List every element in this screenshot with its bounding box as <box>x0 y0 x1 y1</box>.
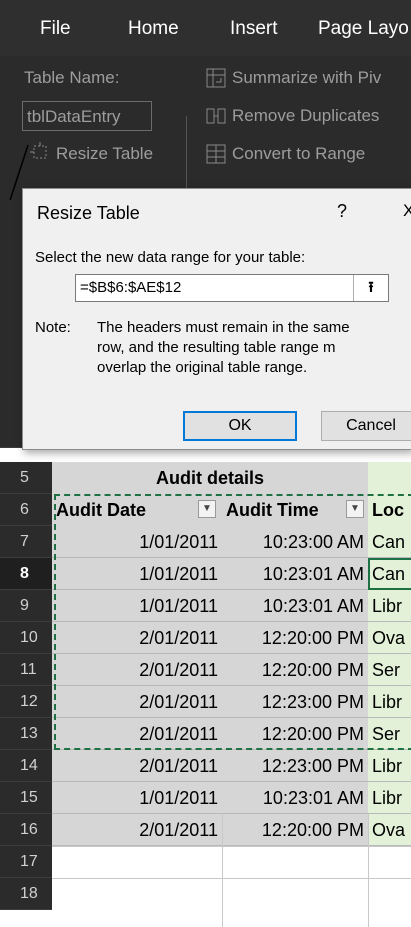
note-line: overlap the original table range. <box>97 359 308 376</box>
row-header-8[interactable]: 8 <box>0 558 52 590</box>
range-prompt: Select the new data range for your table… <box>35 249 306 266</box>
ribbon-tab-bar: File Home Insert Page Layo <box>0 0 411 56</box>
cell-audit-date[interactable]: 1/01/2011 <box>52 782 222 814</box>
ok-button[interactable]: OK <box>183 411 297 441</box>
summarize-pivot-button[interactable]: Summarize with Piv <box>232 68 381 88</box>
cell-audit-time[interactable]: 12:20:00 PM <box>222 814 368 846</box>
cell-audit-date[interactable]: 2/01/2011 <box>52 750 222 782</box>
table-name-label: Table Name: <box>24 68 120 87</box>
tab-home[interactable]: Home <box>128 18 179 40</box>
cancel-button[interactable]: Cancel <box>321 411 411 441</box>
grid-line <box>52 846 411 847</box>
table-name-input[interactable]: tblDataEntry <box>22 101 152 131</box>
row-header-6[interactable]: 6 <box>0 494 52 526</box>
help-button[interactable]: ? <box>337 201 347 222</box>
group-header-next[interactable] <box>368 462 411 494</box>
row-header-15[interactable]: 15 <box>0 782 52 814</box>
resize-table-button[interactable]: Resize Table <box>56 144 153 164</box>
row-header-7[interactable]: 7 <box>0 526 52 558</box>
cell-audit-time[interactable]: 12:23:00 PM <box>222 750 368 782</box>
tab-insert[interactable]: Insert <box>230 18 278 40</box>
row-header-14[interactable]: 14 <box>0 750 52 782</box>
cell-location[interactable]: Libr <box>368 750 411 782</box>
range-input-value: =$B$6:$AE$12 <box>80 279 182 296</box>
row-header-18[interactable]: 18 <box>0 878 52 910</box>
remove-duplicates-button[interactable]: Remove Duplicates <box>232 106 379 126</box>
grid-line <box>368 814 369 927</box>
cell-audit-time[interactable]: 10:23:01 AM <box>222 782 368 814</box>
convert-range-icon <box>206 144 226 164</box>
cell-location[interactable]: Libr <box>368 782 411 814</box>
pivot-table-icon <box>206 68 226 88</box>
table-name-value: tblDataEntry <box>27 107 121 126</box>
close-button[interactable]: X <box>403 201 411 221</box>
row-header-13[interactable]: 13 <box>0 718 52 750</box>
convert-to-range-button[interactable]: Convert to Range <box>232 144 365 164</box>
note-line: The headers must remain in the same <box>97 319 350 336</box>
group-header-audit-details[interactable]: Audit details <box>52 462 368 494</box>
ribbon-panel: Table Name: tblDataEntry Resize Table Su… <box>0 56 411 246</box>
row-header-9[interactable]: 9 <box>0 590 52 622</box>
row-header-5[interactable]: 5 <box>0 462 52 494</box>
range-input[interactable]: =$B$6:$AE$12 ⭱ <box>75 274 389 302</box>
grid-line <box>222 814 223 927</box>
collapse-dialog-icon[interactable]: ⭱ <box>353 275 388 301</box>
copy-range-marquee <box>54 494 411 750</box>
tab-file[interactable]: File <box>40 18 71 40</box>
tab-page-layout[interactable]: Page Layo <box>318 18 409 40</box>
resize-table-dialog: Resize Table ? X Select the new data ran… <box>22 188 411 450</box>
row-header-12[interactable]: 12 <box>0 686 52 718</box>
cell-audit-date[interactable]: 2/01/2011 <box>52 814 222 846</box>
remove-duplicates-icon <box>206 106 226 126</box>
note-label: Note: <box>35 319 71 336</box>
note-line: row, and the resulting table range m <box>97 339 336 356</box>
row-header-16[interactable]: 16 <box>0 814 52 846</box>
row-header-17[interactable]: 17 <box>0 846 52 878</box>
grid-line <box>52 878 411 879</box>
cell-location[interactable]: Ova <box>368 814 411 846</box>
row-header-11[interactable]: 11 <box>0 654 52 686</box>
active-cell[interactable] <box>368 558 411 590</box>
row-header-10[interactable]: 10 <box>0 622 52 654</box>
dialog-title: Resize Table <box>37 203 140 223</box>
